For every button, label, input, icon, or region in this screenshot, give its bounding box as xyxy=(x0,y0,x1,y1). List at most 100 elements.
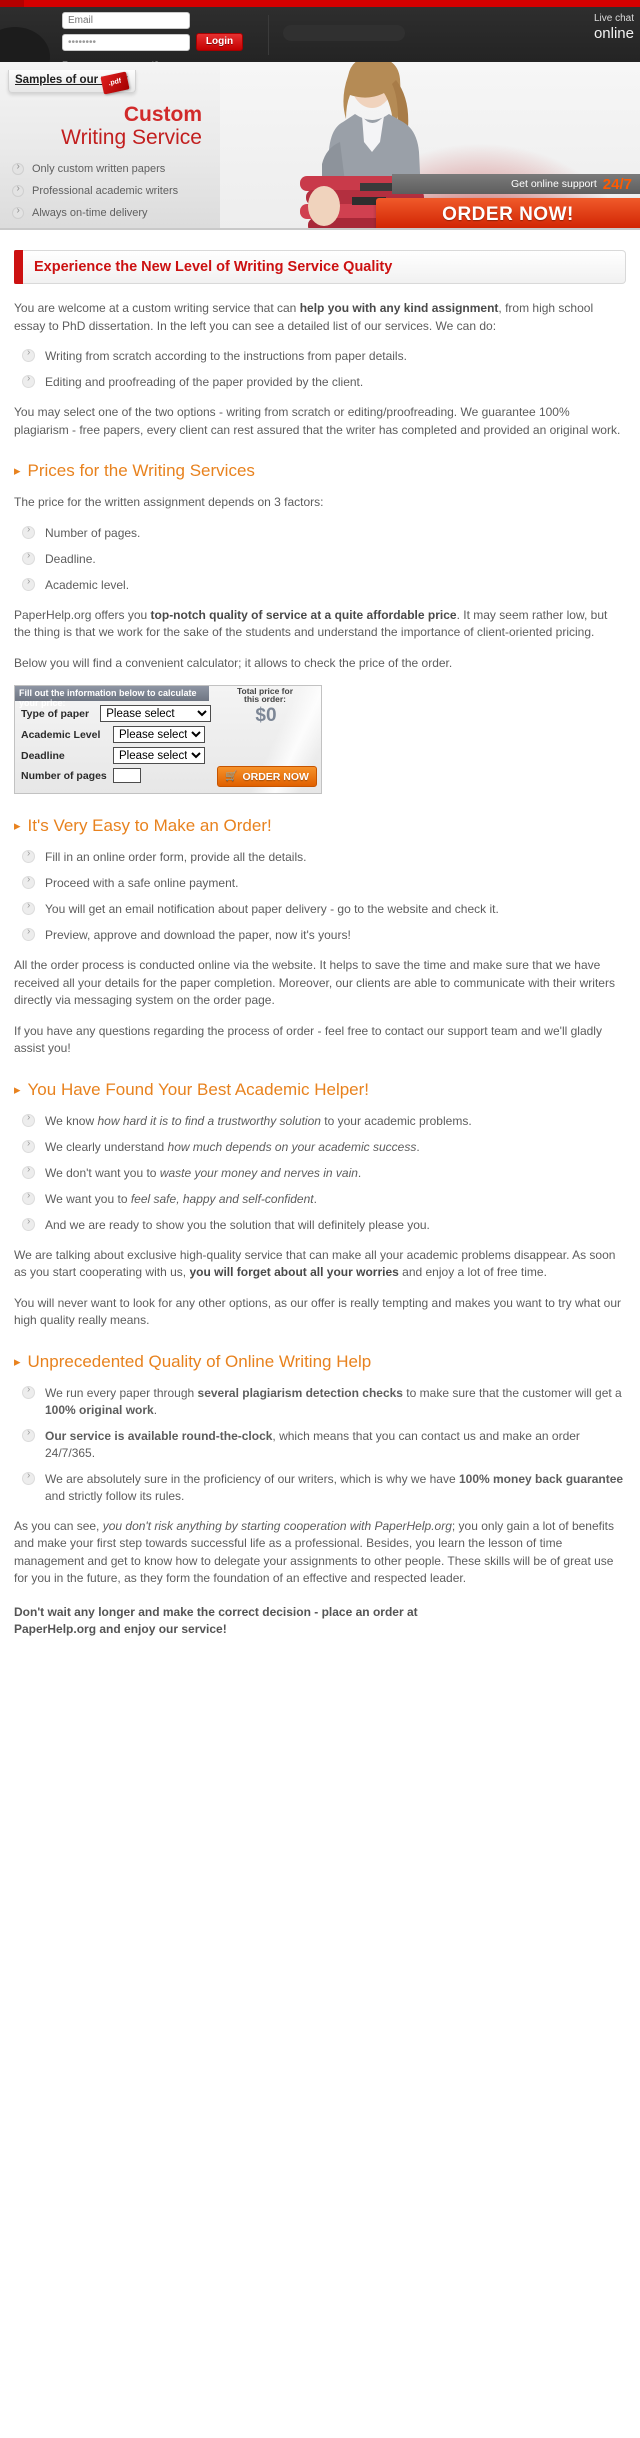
red-strip-tab xyxy=(0,0,24,7)
header-pill-decor xyxy=(283,25,405,41)
section-heading-quality: ▸ Unprecedented Quality of Online Writin… xyxy=(14,1352,626,1372)
chevron-right-icon xyxy=(22,1216,35,1231)
list-item: We know how hard it is to find a trustwo… xyxy=(14,1112,626,1130)
step-text: You will get an email notification about… xyxy=(45,902,499,916)
q1-b: Our service is available round-the-clock xyxy=(45,1428,273,1443)
label-deadline: Deadline xyxy=(21,749,65,762)
list-item: Deadline. xyxy=(14,550,626,568)
list-item: We are absolutely sure in the proficienc… xyxy=(14,1470,626,1505)
chevron-right-icon: ▸ xyxy=(14,463,21,478)
password-row: Login xyxy=(62,33,262,51)
samples-of-our-work-tab[interactable]: Samples of our work .pdf xyxy=(8,70,136,95)
pdf-badge-label: .pdf xyxy=(107,77,122,88)
list-item: We run every paper through several plagi… xyxy=(14,1384,626,1419)
calculator-row-number-of-pages: Number of pages xyxy=(21,768,211,783)
login-button[interactable]: Login xyxy=(196,33,243,51)
helper-point: We know how hard it is to find a trustwo… xyxy=(45,1113,472,1130)
helper-point-post: . xyxy=(313,1191,317,1206)
section-heading-prices: ▸ Prices for the Writing Services xyxy=(14,461,626,481)
chevron-right-icon xyxy=(22,576,35,591)
chevron-right-icon xyxy=(22,1112,35,1127)
helper-paragraph-1: We are talking about exclusive high-qual… xyxy=(14,1247,626,1282)
check-guarantees-button[interactable]: ✔ Check our Guarantees! xyxy=(10,229,138,230)
calculator-order-now-button[interactable]: 🛒 ORDER NOW xyxy=(217,766,317,787)
calculator-row-type-of-paper: Type of paper Please select xyxy=(21,705,211,722)
helper-heading-text: You Have Found Your Best Academic Helper… xyxy=(27,1079,370,1099)
helper-point-pre: We know xyxy=(45,1113,98,1128)
select-type-of-paper[interactable]: Please select xyxy=(100,705,211,722)
calculator-order-label: ORDER NOW xyxy=(242,770,309,783)
banner-title: Experience the New Level of Writing Serv… xyxy=(34,259,393,275)
chevron-right-icon xyxy=(22,926,35,941)
list-item: We want you to feel safe, happy and self… xyxy=(14,1190,626,1208)
list-item: And we are ready to show you the solutio… xyxy=(14,1216,626,1234)
prices-paragraph-1: PaperHelp.org offers you top-notch quali… xyxy=(14,607,626,642)
top-red-strip xyxy=(0,0,640,7)
hero-bullet-text: Professional academic writers xyxy=(32,185,179,197)
chevron-right-icon xyxy=(22,550,35,565)
prices-intro: The price for the written assignment dep… xyxy=(14,495,324,509)
closing-line-1: Don't wait any longer and make the corre… xyxy=(14,1604,418,1619)
q2-pre: We are absolutely sure in the proficienc… xyxy=(45,1471,459,1486)
services-list: Writing from scratch according to the in… xyxy=(14,347,626,391)
service-text: Writing from scratch according to the in… xyxy=(45,349,407,363)
select-academic-level[interactable]: Please select xyxy=(113,726,205,743)
chevron-right-icon: ▸ xyxy=(14,818,21,833)
list-item: Preview, approve and download the paper,… xyxy=(14,926,626,944)
helper-point: We don't want you to waste your money an… xyxy=(45,1165,361,1182)
step-text: Proceed with a safe online payment. xyxy=(45,876,239,890)
prices-p1b: top-notch quality of service at a quite … xyxy=(150,607,457,622)
helper-point-post: . xyxy=(416,1139,420,1154)
main-content: Experience the New Level of Writing Serv… xyxy=(0,230,640,1657)
chevron-right-icon xyxy=(22,900,35,915)
step-text: Fill in an online order form, provide al… xyxy=(45,850,307,864)
hero-bullet-item: Always on-time delivery xyxy=(12,202,227,224)
prices-heading-text: Prices for the Writing Services xyxy=(27,461,255,480)
hero-title-line1: Custom xyxy=(123,103,202,126)
q2-b: 100% money back guarantee xyxy=(458,1471,624,1486)
list-item: Proceed with a safe online payment. xyxy=(14,874,626,892)
helper-point: And we are ready to show you the solutio… xyxy=(45,1217,430,1234)
hero-title-line2: Writing Service xyxy=(61,126,202,149)
banner-accent-bar xyxy=(14,250,23,284)
quality-p1em: you don't risk anything by starting coop… xyxy=(102,1518,452,1533)
list-item: We don't want you to waste your money an… xyxy=(14,1164,626,1182)
q0-mid: to make sure that the customer will get … xyxy=(402,1385,622,1400)
quality-points-list: We run every paper through several plagi… xyxy=(14,1384,626,1505)
helper-point-pre: And we are ready to show you the solutio… xyxy=(45,1217,430,1232)
helper-points-list: We know how hard it is to find a trustwo… xyxy=(14,1112,626,1234)
q0-b: several plagiarism detection checks xyxy=(197,1385,403,1400)
helper-point-em: waste your money and nerves in vain xyxy=(159,1165,358,1180)
chevron-right-icon xyxy=(22,347,35,362)
hero-bullet-item: Only custom written papers xyxy=(12,158,227,180)
chevron-right-icon: ▸ xyxy=(14,1081,21,1097)
online-support-bar: Get online support 24/7 xyxy=(392,174,640,194)
hero-title: Custom Writing Service xyxy=(12,104,202,150)
hero-bullet-item: Professional academic writers xyxy=(12,180,227,202)
quality-paragraph: As you can see, you don't risk anything … xyxy=(14,1518,626,1588)
email-field[interactable] xyxy=(62,12,190,29)
prices-paragraph-2: Below you will find a convenient calcula… xyxy=(14,655,453,670)
helper-point: We clearly understand how much depends o… xyxy=(45,1139,420,1156)
live-chat-widget[interactable]: Live chat online xyxy=(514,13,634,42)
input-number-of-pages[interactable] xyxy=(113,768,141,783)
pdf-icon: .pdf xyxy=(100,71,130,95)
order-paragraph-2: If you have any questions regarding the … xyxy=(14,1023,602,1056)
list-item: We clearly understand how much depends o… xyxy=(14,1138,626,1156)
quality-p1a: As you can see, xyxy=(14,1518,103,1533)
list-item: Editing and proofreading of the paper pr… xyxy=(14,373,626,391)
cart-icon: 🛒 xyxy=(225,771,238,782)
q0-pre: We run every paper through xyxy=(45,1385,198,1400)
live-chat-label: Live chat xyxy=(593,13,634,24)
helper-point-em: how hard it is to find a trustworthy sol… xyxy=(97,1113,321,1128)
label-number-of-pages: Number of pages xyxy=(21,769,107,782)
chevron-right-icon xyxy=(22,874,35,889)
select-deadline[interactable]: Please select xyxy=(113,747,205,764)
hero-order-now-button[interactable]: ORDER NOW! xyxy=(376,198,640,228)
prices-p1a: PaperHelp.org offers you xyxy=(14,607,151,622)
helper-paragraph-2: You will never want to look for any othe… xyxy=(14,1295,621,1328)
quality-point: We run every paper through several plagi… xyxy=(45,1385,626,1419)
section-heading-helper: ▸ You Have Found Your Best Academic Help… xyxy=(14,1080,626,1100)
password-field[interactable] xyxy=(62,33,190,51)
calculator-row-academic-level: Academic Level Please select xyxy=(21,726,211,743)
